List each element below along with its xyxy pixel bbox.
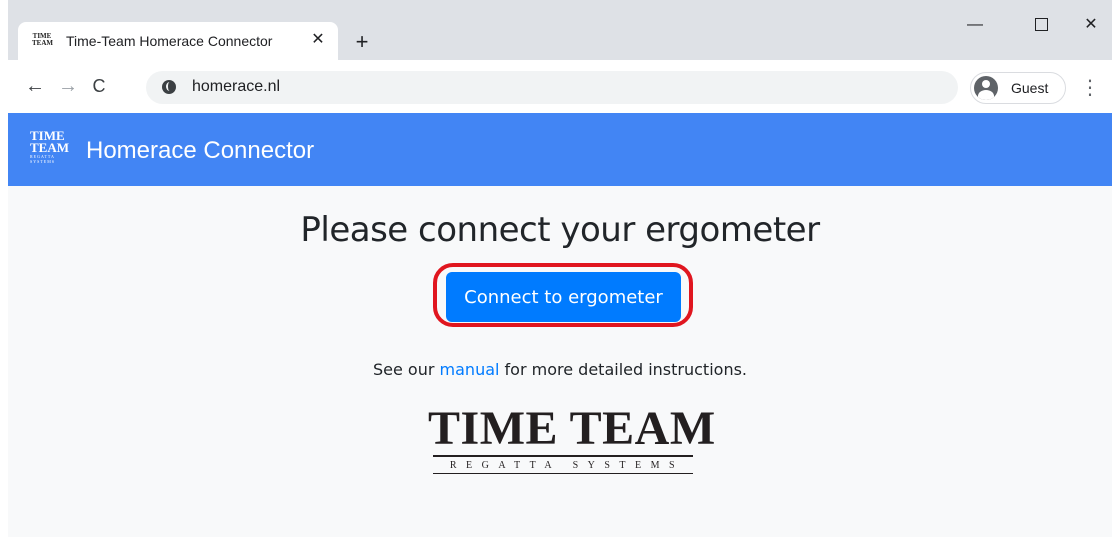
maximize-button[interactable] bbox=[1018, 10, 1064, 40]
new-tab-button[interactable]: + bbox=[348, 28, 376, 56]
time-team-logo: TIME TEAM REGATTA SYSTEMS bbox=[428, 402, 716, 474]
menu-icon[interactable]: ⋮ bbox=[1080, 76, 1100, 100]
manual-link[interactable]: manual bbox=[440, 360, 500, 379]
tab-strip: TIME TEAM Time-Team Homerace Connector ✕ … bbox=[8, 0, 1112, 60]
avatar-icon bbox=[974, 76, 998, 100]
connect-ergometer-button[interactable]: Connect to ergometer bbox=[446, 272, 681, 322]
maximize-icon bbox=[1034, 18, 1048, 32]
logo-sub-text: REGATTA SYSTEMS bbox=[449, 460, 685, 471]
brand-logo[interactable]: TIME TEAM REGATTA SYSTEMS bbox=[30, 129, 70, 164]
logo-main-text: TIME TEAM bbox=[428, 402, 716, 455]
forward-button[interactable]: → bbox=[56, 74, 80, 98]
back-button[interactable]: ← bbox=[23, 74, 47, 98]
instructions-text: See our manual for more detailed instruc… bbox=[8, 360, 1112, 379]
site-title[interactable]: Homerace Connector bbox=[86, 137, 314, 165]
close-window-button[interactable]: ✕ bbox=[1068, 10, 1112, 40]
url-text[interactable]: homerace.nl bbox=[192, 78, 280, 96]
reload-button[interactable]: C bbox=[87, 74, 111, 98]
favicon-icon: TIME TEAM bbox=[32, 32, 53, 47]
instructions-suffix: for more detailed instructions. bbox=[504, 360, 747, 379]
browser-window: TIME TEAM Time-Team Homerace Connector ✕ … bbox=[8, 0, 1112, 537]
brand-logo-line2: TEAM bbox=[30, 140, 69, 155]
tab-title: Time-Team Homerace Connector bbox=[66, 33, 273, 49]
logo-rule bbox=[433, 455, 693, 457]
tab-close-icon[interactable]: ✕ bbox=[308, 30, 328, 50]
browser-toolbar: ← → C homerace.nl Guest ⋮ bbox=[8, 60, 1112, 113]
address-bar[interactable]: homerace.nl bbox=[146, 71, 958, 104]
profile-button[interactable]: Guest bbox=[970, 72, 1066, 104]
page-heading: Please connect your ergometer bbox=[300, 210, 820, 250]
minimize-button[interactable]: — bbox=[952, 10, 998, 40]
globe-icon bbox=[162, 80, 176, 94]
profile-label: Guest bbox=[1011, 80, 1049, 96]
logo-rule-bottom bbox=[433, 473, 693, 474]
brand-logo-subtitle: REGATTA SYSTEMS bbox=[30, 154, 56, 164]
instructions-prefix: See our bbox=[373, 360, 435, 379]
browser-tab[interactable]: TIME TEAM Time-Team Homerace Connector ✕ bbox=[18, 22, 338, 60]
site-navbar: TIME TEAM REGATTA SYSTEMS Homerace Conne… bbox=[8, 113, 1112, 186]
